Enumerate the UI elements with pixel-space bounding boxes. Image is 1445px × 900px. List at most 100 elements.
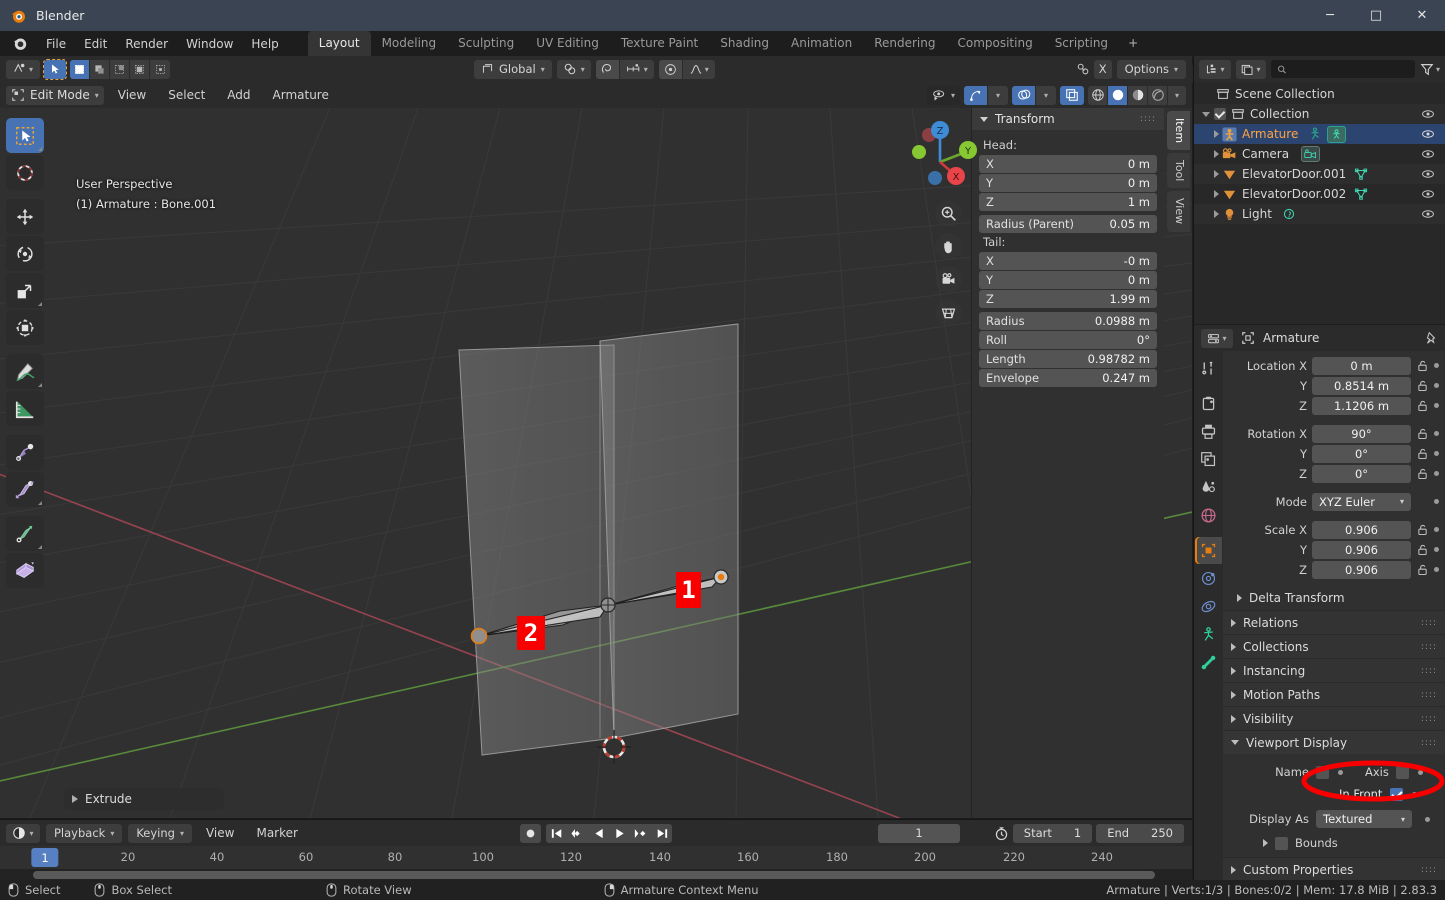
menu-render[interactable]: Render xyxy=(116,34,177,54)
animate-property-dot[interactable] xyxy=(1434,547,1439,552)
sidebar-tab-tool[interactable]: Tool xyxy=(1167,153,1190,189)
properties-editor[interactable]: ▾ Armature Location X 0 m Y 0.8514 m Z 1… xyxy=(1193,325,1445,880)
tab-uv-editing[interactable]: UV Editing xyxy=(525,31,610,56)
property-location-x[interactable]: Location X 0 m xyxy=(1223,356,1439,375)
animate-property-dot[interactable] xyxy=(1412,791,1418,797)
outliner-row-armature[interactable]: Armature xyxy=(1194,124,1445,144)
outliner-search-field[interactable] xyxy=(1291,62,1409,76)
outliner-filter-button[interactable]: ▾ xyxy=(1420,62,1440,76)
play-reverse-button[interactable] xyxy=(588,823,609,843)
auto-keying-button[interactable] xyxy=(520,823,541,843)
proportional-edit-group[interactable]: ▾ xyxy=(658,59,715,79)
tool-tweak-select-box[interactable] xyxy=(6,118,44,153)
light-data-icon[interactable] xyxy=(1282,207,1296,221)
outliner-row-light[interactable]: Light xyxy=(1194,204,1445,224)
head-x-field[interactable]: X 0 m xyxy=(979,155,1157,173)
eye-icon[interactable] xyxy=(1421,147,1435,161)
animate-property-dot[interactable] xyxy=(1338,769,1343,775)
outliner-editor-type-button[interactable]: ▾ xyxy=(1199,59,1231,79)
property-location-z[interactable]: Z 1.1206 m xyxy=(1223,396,1439,415)
display-as-dropdown[interactable]: Textured ▾ xyxy=(1316,810,1412,828)
timeline-menu-playback[interactable]: Playback ▾ xyxy=(46,823,123,843)
tab-compositing[interactable]: Compositing xyxy=(946,31,1043,56)
animate-property-dot[interactable] xyxy=(1425,816,1430,822)
head-z-field[interactable]: Z 1 m xyxy=(979,193,1157,211)
section-relations[interactable]: Relations :::: xyxy=(1223,610,1445,634)
snap-mode-selector[interactable]: ▾ xyxy=(619,59,654,79)
radius-field[interactable]: Radius 0.0988 m xyxy=(979,312,1157,330)
rotation-y-value[interactable]: 0° xyxy=(1312,444,1411,463)
jump-end-button[interactable] xyxy=(651,823,672,843)
use-preview-range-icon[interactable] xyxy=(994,826,1009,841)
unlock-icon[interactable] xyxy=(1416,523,1429,537)
properties-tab-scene[interactable] xyxy=(1195,474,1222,501)
properties-tab-view-layer[interactable] xyxy=(1195,446,1222,473)
section-instancing[interactable]: Instancing :::: xyxy=(1223,658,1445,682)
eye-icon[interactable] xyxy=(1421,107,1435,121)
property-rotation-z[interactable]: Z 0° xyxy=(1223,464,1439,483)
tab-animation[interactable]: Animation xyxy=(780,31,863,56)
section-viewport-display[interactable]: Viewport Display :::: xyxy=(1223,730,1445,754)
unlock-icon[interactable] xyxy=(1416,543,1429,557)
tool-annotate[interactable] xyxy=(6,354,44,389)
length-field[interactable]: Length 0.98782 m xyxy=(979,350,1157,368)
unlock-icon[interactable] xyxy=(1416,399,1429,413)
section-collections[interactable]: Collections :::: xyxy=(1223,634,1445,658)
viewport-menu-select[interactable]: Select xyxy=(160,86,213,104)
rotation-mode-dropdown[interactable]: XYZ Euler ▾ xyxy=(1312,492,1411,511)
shading-options-button[interactable]: ▾ xyxy=(1168,85,1186,105)
select-intersect-button[interactable] xyxy=(150,59,170,79)
gizmo-toggle-button[interactable] xyxy=(964,85,988,105)
outliner-editor[interactable]: ▾ ▾ ▾ Scene Collection Collection Armatu… xyxy=(1193,56,1445,324)
animate-property-dot[interactable] xyxy=(1434,431,1439,436)
pan-hand-icon[interactable] xyxy=(935,233,962,260)
close-button[interactable]: ✕ xyxy=(1399,0,1445,31)
blender-menu-icon[interactable] xyxy=(12,35,29,52)
menu-window[interactable]: Window xyxy=(177,34,242,54)
tool-bone-size[interactable] xyxy=(6,472,44,507)
animate-property-dot[interactable] xyxy=(1434,527,1439,532)
timeline-menu-keying[interactable]: Keying ▾ xyxy=(128,823,192,843)
properties-tab-object[interactable] xyxy=(1195,537,1222,564)
tail-y-field[interactable]: Y 0 m xyxy=(979,271,1157,289)
expand-elevatordoor-002-icon[interactable] xyxy=(1214,190,1219,198)
mesh-data-icon[interactable] xyxy=(1354,187,1368,201)
camera-data-badge[interactable] xyxy=(1301,146,1321,162)
viewport-3d[interactable]: ▾ Global ▾ ▾ ▾ ▾ X Options ▾ Edit Mode ▾… xyxy=(0,56,1192,818)
mode-selector[interactable]: Edit Mode ▾ xyxy=(6,85,104,105)
animate-property-dot[interactable] xyxy=(1434,383,1439,388)
shading-wireframe-button[interactable] xyxy=(1088,85,1108,105)
scale-x-value[interactable]: 0.906 xyxy=(1312,520,1411,539)
properties-tab-modifier[interactable] xyxy=(1195,565,1222,592)
head-y-field[interactable]: Y 0 m xyxy=(979,174,1157,192)
viewport-menu-add[interactable]: Add xyxy=(219,86,258,104)
bounds-checkbox[interactable] xyxy=(1275,836,1288,850)
property-scale-z[interactable]: Z 0.906 xyxy=(1223,560,1439,579)
zoom-icon[interactable] xyxy=(935,200,962,227)
eye-icon[interactable] xyxy=(1421,207,1435,221)
select-extend-button[interactable] xyxy=(90,59,110,79)
location-y-value[interactable]: 0.8514 m xyxy=(1312,376,1411,395)
unlock-icon[interactable] xyxy=(1416,379,1429,393)
collection-checkbox[interactable] xyxy=(1214,108,1226,120)
property-rotation-y[interactable]: Y 0° xyxy=(1223,444,1439,463)
unlock-icon[interactable] xyxy=(1416,427,1429,441)
sidebar-tab-item[interactable]: Item xyxy=(1167,111,1190,151)
pivot-point-selector[interactable]: ▾ xyxy=(556,59,591,79)
radius-parent-field[interactable]: Radius (Parent) 0.05 m xyxy=(979,215,1157,233)
animate-property-dot[interactable] xyxy=(1434,403,1439,408)
armature-data-badge[interactable] xyxy=(1327,125,1347,143)
animate-property-dot[interactable] xyxy=(1434,363,1439,368)
add-workspace-button[interactable]: + xyxy=(1119,31,1147,56)
toggle-ortho-icon[interactable] xyxy=(935,299,962,326)
property-scale-y[interactable]: Y 0.906 xyxy=(1223,540,1439,559)
editor-type-selector[interactable]: ▾ xyxy=(6,59,40,79)
viewport-menu-armature[interactable]: Armature xyxy=(265,86,337,104)
select-subtract-button[interactable] xyxy=(110,59,130,79)
tweak-tool-button[interactable] xyxy=(43,58,67,80)
tab-rendering[interactable]: Rendering xyxy=(863,31,946,56)
expand-collection-icon[interactable] xyxy=(1202,111,1210,117)
unlock-icon[interactable] xyxy=(1416,467,1429,481)
timeline-menu-marker[interactable]: Marker xyxy=(248,824,305,842)
visibility-selector[interactable]: ▾ xyxy=(926,85,960,105)
